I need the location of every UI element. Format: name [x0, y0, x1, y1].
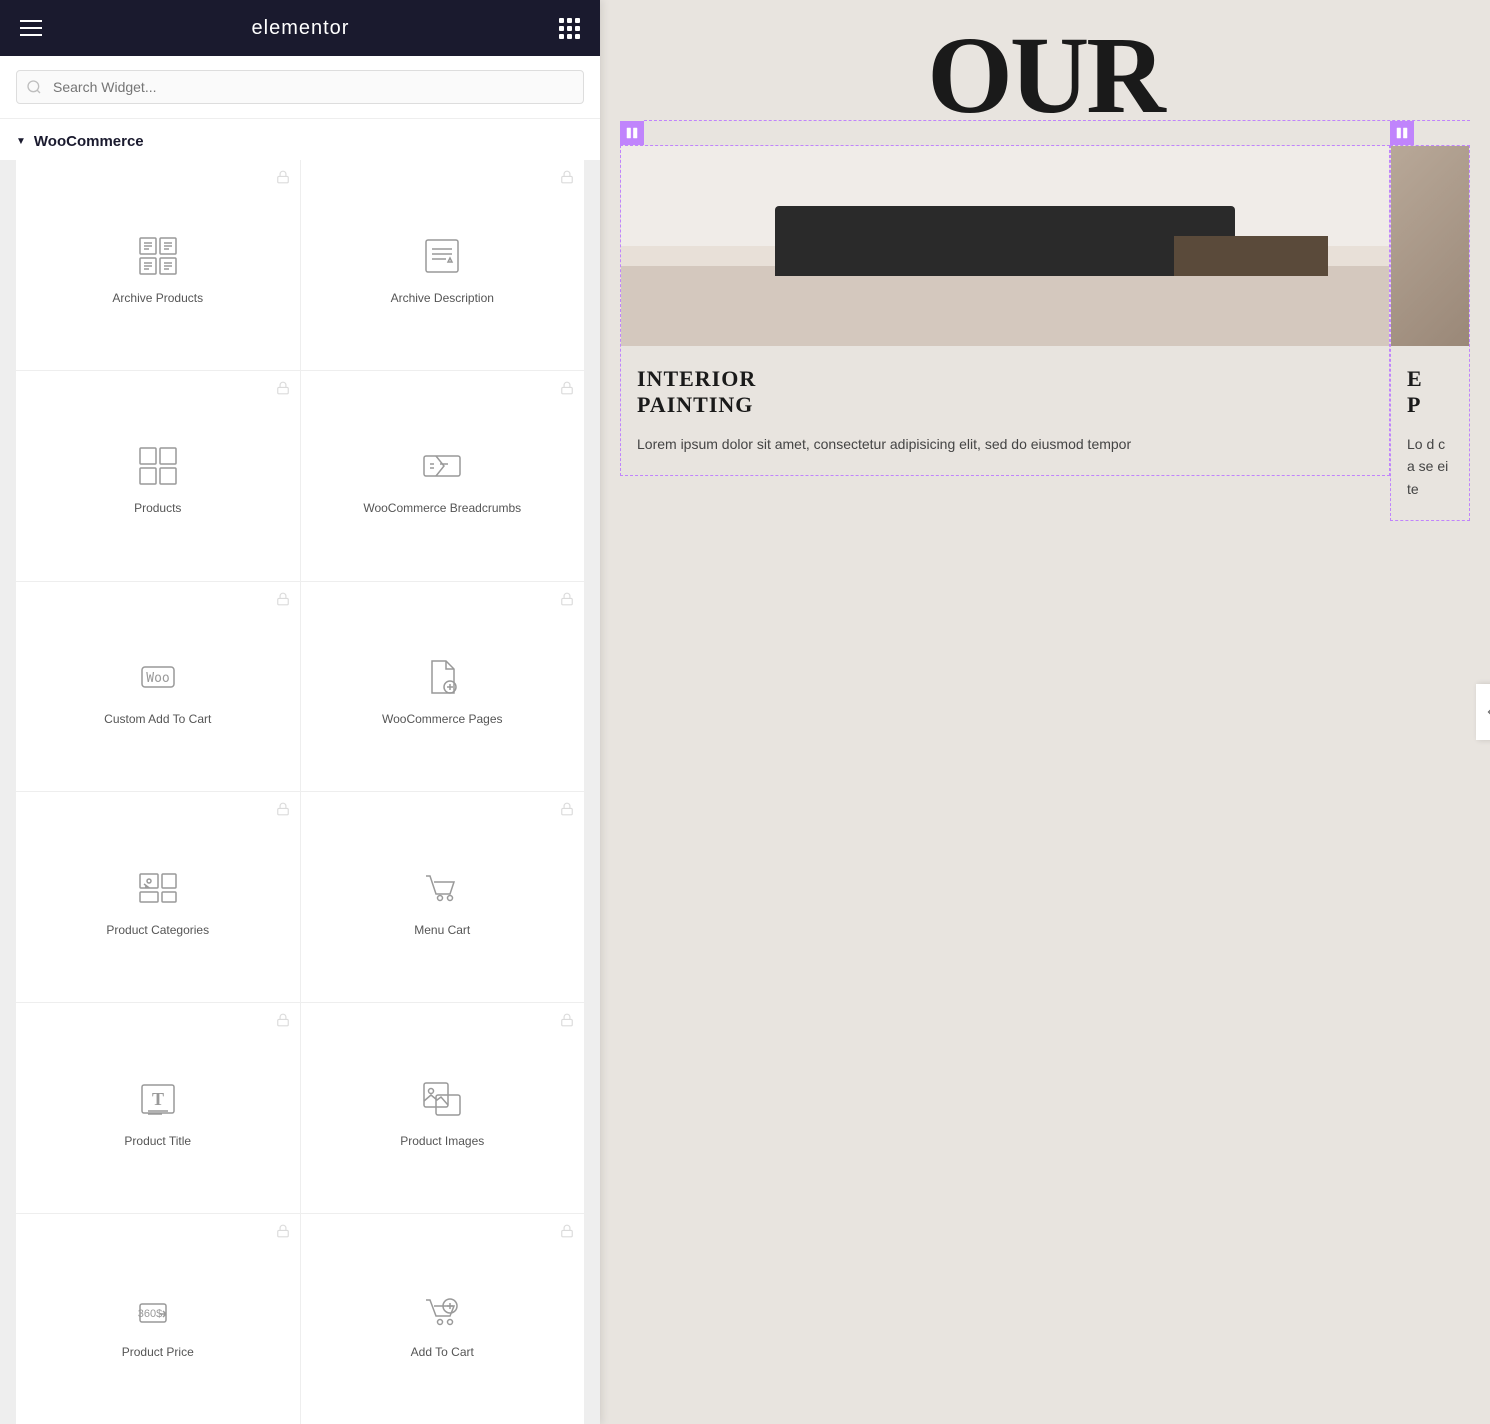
archive-description-icon: [418, 232, 466, 280]
woocommerce-pages-icon: [418, 653, 466, 701]
widget-product-categories[interactable]: Product Categories: [16, 792, 300, 1002]
product-image-2: [1391, 146, 1469, 346]
product-price-lock-icon: [276, 1224, 290, 1238]
woocommerce-pages-lock-icon: [560, 592, 574, 606]
svg-text:T: T: [152, 1089, 164, 1109]
widget-product-images[interactable]: Product Images: [301, 1003, 585, 1213]
widget-menu-cart-label: Menu Cart: [414, 922, 470, 939]
search-icon: [26, 79, 42, 95]
widget-custom-add-to-cart[interactable]: Woo Custom Add To Cart: [16, 582, 300, 792]
product-info-2: EP Lo d c a se ei te: [1391, 346, 1469, 520]
product-description-2: Lo d c a se ei te: [1407, 433, 1453, 500]
widget-archive-products[interactable]: Archive Products: [16, 160, 300, 370]
right-canvas: OUR: [600, 0, 1490, 1424]
product-title-lock-icon: [276, 1013, 290, 1027]
menu-cart-icon: [418, 864, 466, 912]
column-handle-2[interactable]: [1390, 121, 1414, 145]
product-title-1: INTERIORPAINTING: [637, 366, 1373, 419]
custom-add-to-cart-icon: Woo: [134, 653, 182, 701]
breadcrumbs-lock-icon: [560, 381, 574, 395]
column-handle-icon-1: [625, 126, 639, 140]
product-categories-icon: [134, 864, 182, 912]
widget-product-title-label: Product Title: [124, 1133, 191, 1150]
section-label: WooCommerce: [34, 133, 144, 150]
canvas-columns-row: INTERIORPAINTING Lorem ipsum dolor sit a…: [600, 121, 1490, 521]
add-to-cart-lock-icon: [560, 1224, 574, 1238]
widget-product-images-label: Product Images: [400, 1133, 484, 1150]
product-images-icon: [418, 1075, 466, 1123]
archive-products-lock-icon: [276, 170, 290, 184]
grid-menu-icon[interactable]: [559, 18, 580, 39]
breadcrumbs-icon: [418, 442, 466, 490]
search-bar: [0, 56, 600, 119]
custom-add-to-cart-lock-icon: [276, 592, 290, 606]
widget-product-title[interactable]: T Product Title: [16, 1003, 300, 1213]
product-image-1: [621, 146, 1389, 346]
widget-archive-description[interactable]: Archive Description: [301, 160, 585, 370]
widget-add-to-cart[interactable]: Add To Cart: [301, 1214, 585, 1424]
products-lock-icon: [276, 381, 290, 395]
canvas-header: OUR: [600, 0, 1490, 120]
widget-custom-add-to-cart-label: Custom Add To Cart: [104, 711, 211, 728]
search-input[interactable]: [16, 70, 584, 104]
widgets-grid: Archive Products Archive Description: [0, 160, 600, 1424]
top-bar: elementor: [0, 0, 600, 56]
left-panel: elementor ▼ WooCommerce: [0, 0, 600, 1424]
widget-woocommerce-pages[interactable]: WooCommerce Pages: [301, 582, 585, 792]
widget-breadcrumbs-label: WooCommerce Breadcrumbs: [363, 500, 521, 517]
product-description-1: Lorem ipsum dolor sit amet, consectetur …: [637, 433, 1373, 455]
widget-products-label: Products: [134, 500, 181, 517]
section-header-woocommerce[interactable]: ▼ WooCommerce: [0, 119, 600, 160]
widget-add-to-cart-label: Add To Cart: [411, 1344, 474, 1361]
product-title-icon: T: [134, 1075, 182, 1123]
widget-products[interactable]: Products: [16, 371, 300, 581]
add-to-cart-icon: [418, 1286, 466, 1334]
svg-text:Woo: Woo: [146, 671, 169, 686]
product-categories-lock-icon: [276, 802, 290, 816]
menu-cart-lock-icon: [560, 802, 574, 816]
product-column-2: EP Lo d c a se ei te: [1390, 145, 1470, 521]
svg-text:360$: 360$: [138, 1308, 162, 1320]
hamburger-menu-icon[interactable]: [20, 20, 42, 36]
product-column-1: INTERIORPAINTING Lorem ipsum dolor sit a…: [620, 145, 1390, 476]
product-info-1: INTERIORPAINTING Lorem ipsum dolor sit a…: [621, 346, 1389, 475]
widget-product-categories-label: Product Categories: [106, 922, 209, 939]
widget-archive-products-label: Archive Products: [112, 290, 203, 307]
widget-product-price-label: Product Price: [122, 1344, 194, 1361]
widget-archive-description-label: Archive Description: [391, 290, 494, 307]
product-images-lock-icon: [560, 1013, 574, 1027]
column-handle-icon-2: [1395, 126, 1409, 140]
archive-description-lock-icon: [560, 170, 574, 184]
canvas-main-title: OUR: [927, 20, 1162, 130]
column-handle-1[interactable]: [620, 121, 644, 145]
app-title: elementor: [252, 17, 350, 40]
product-title-2: EP: [1407, 366, 1453, 419]
section-arrow-icon: ▼: [16, 136, 26, 147]
widget-woocommerce-pages-label: WooCommerce Pages: [382, 711, 503, 728]
widget-product-price[interactable]: 360$ Product Price: [16, 1214, 300, 1424]
chevron-left-icon: [1484, 706, 1490, 718]
products-icon: [134, 442, 182, 490]
product-price-icon: 360$: [134, 1286, 182, 1334]
archive-products-icon: [134, 232, 182, 280]
widget-woocommerce-breadcrumbs[interactable]: WooCommerce Breadcrumbs: [301, 371, 585, 581]
widget-menu-cart[interactable]: Menu Cart: [301, 792, 585, 1002]
collapse-panel-button[interactable]: [1476, 684, 1490, 740]
